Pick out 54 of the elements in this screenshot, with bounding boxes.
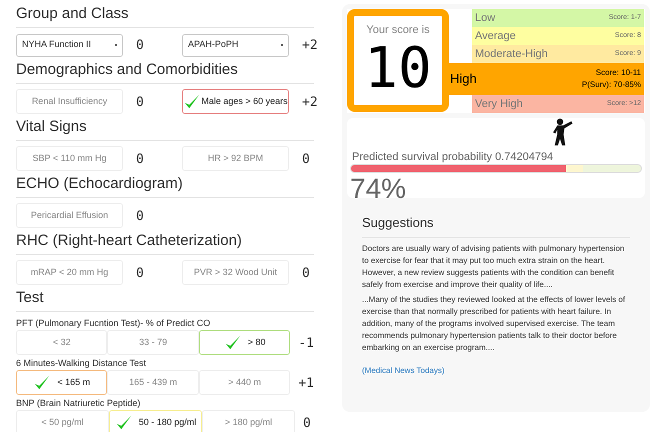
test-label: PFT (Pulmonary Fucntion Test)- % of Predict CO (16, 317, 212, 329)
survival-probability-text: Predicted survival probability 0.74204794 (351, 151, 554, 164)
option-button[interactable]: < 50 pg/ml (16, 410, 109, 432)
points-value: +2 (302, 94, 318, 110)
points-value: 0 (136, 208, 144, 224)
toggle-button[interactable]: mRAP < 20 mm Hg (16, 260, 123, 285)
test-label: 6 Minutes-Walking Distance Test (16, 357, 148, 369)
option-button[interactable]: 165 - 439 m (107, 370, 199, 395)
toggle-button[interactable]: SBP < 110 mm Hg (16, 146, 123, 171)
score-caption: Your score is (366, 23, 430, 38)
risk-level-label: Low (475, 10, 496, 26)
risk-level-label: Very High (475, 96, 523, 112)
select-field[interactable]: APAH-PoPH (182, 34, 289, 56)
test-label: BNP (Brain Natriuretic Peptide) (16, 397, 142, 409)
option-button[interactable]: > 440 m (198, 370, 290, 395)
option-button[interactable]: < 32 (16, 330, 108, 355)
risk-level-label: Moderate-High (475, 46, 548, 62)
suggestions-heading: Suggestions (362, 213, 630, 238)
option-button[interactable]: < 165 m (16, 370, 108, 395)
suggestion-paragraph: Doctors are usually wary of advising patients with pulmonary hypertension to exercise for fear that it may put too much extra strain on the heart. However, a new review suggests patients with the condition can benefit safely from exercise and improve their quality of life.... (362, 242, 626, 290)
risk-level-label: Average (475, 28, 516, 44)
toggle-button[interactable]: Male ages > 60 years (182, 89, 289, 114)
toggle-button[interactable]: HR > 92 BPM (182, 146, 289, 171)
points-value: 0 (136, 94, 144, 110)
section-heading: Vital Signs (16, 117, 88, 137)
risk-score: Score: 10-11 (596, 67, 641, 79)
score-value: 10 (364, 38, 432, 98)
section-heading: ECHO (Echocardiogram) (16, 174, 184, 194)
section-heading: Demographics and Comorbidities (16, 60, 239, 80)
points-value: -1 (298, 336, 314, 350)
points-value: 0 (136, 38, 144, 53)
section-heading: RHC (Right-heart Catheterization) (16, 231, 243, 251)
toggle-button[interactable]: Pericardial Effusion (16, 203, 123, 228)
option-button[interactable]: 33 - 79 (107, 330, 199, 355)
points-value: 0 (302, 152, 310, 166)
section-heading: Test (16, 288, 45, 308)
survival-percent: 74% (350, 173, 408, 205)
toggle-button[interactable]: Renal Insufficiency (16, 89, 123, 114)
option-button[interactable]: > 180 pg/ml (202, 410, 295, 432)
points-value: 0 (136, 266, 144, 280)
section-heading: Group and Class (16, 4, 130, 24)
select-field[interactable]: NYHA Function II (16, 34, 123, 56)
option-button[interactable]: 50 - 180 pg/ml (109, 410, 202, 432)
toggle-button[interactable]: PVR > 32 Wood Unit (182, 260, 289, 285)
points-value: 0 (303, 416, 311, 430)
source-link[interactable]: (Medical News Todays) (362, 366, 445, 374)
suggestion-paragraph: ...Many of the studies they reviewed looked at the effects of lower levels of exercise than that normally prescribed for patients with heart failure. In addition, many of the programs involved supervised exercise. The team recommends pulmonary hypertension patients talk to their doctor before embarking on an exercise program.... (362, 294, 626, 354)
points-value: +2 (302, 38, 318, 53)
survival-range: P(Surv): 70-85% (582, 79, 641, 91)
risk-level-label: High (450, 70, 477, 88)
points-value: 0 (302, 266, 310, 280)
option-button[interactable]: > 80 (198, 330, 290, 355)
points-value: 0 (136, 152, 144, 166)
points-value: +1 (298, 376, 314, 390)
